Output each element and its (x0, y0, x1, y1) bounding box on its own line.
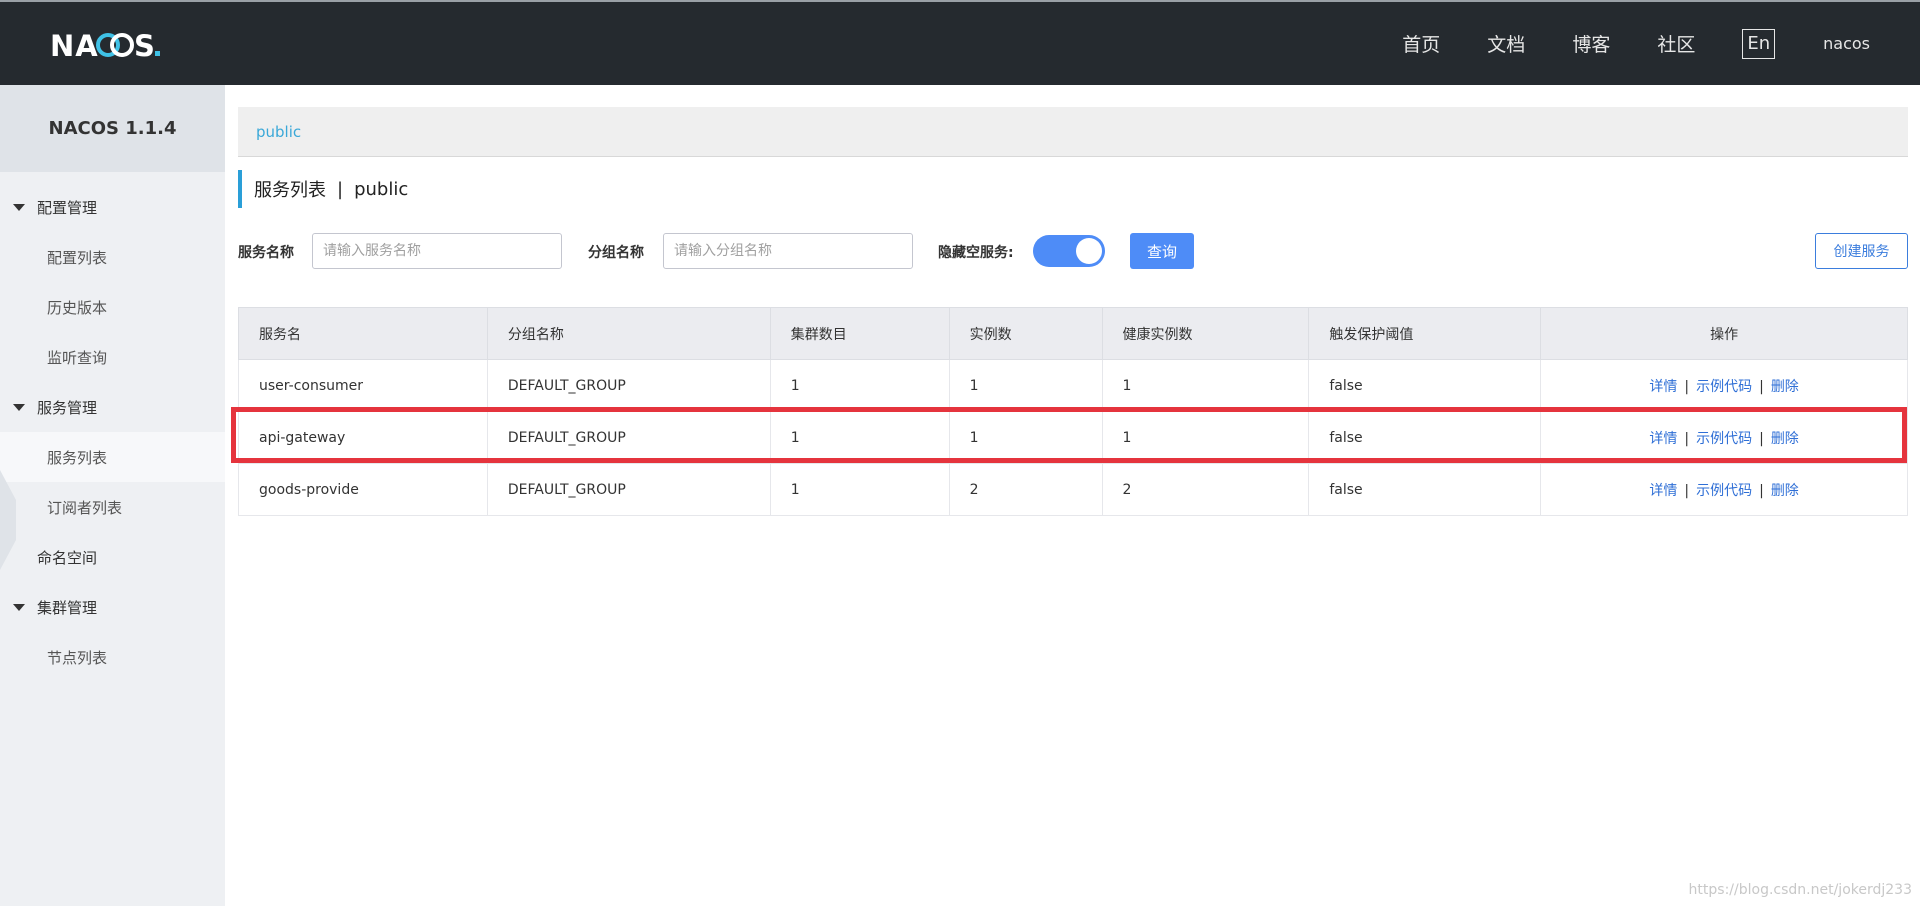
create-service-button[interactable]: 创建服务 (1815, 233, 1908, 269)
col-protect-threshold: 触发保护阈值 (1308, 307, 1542, 360)
cell-healthy: 2 (1101, 463, 1310, 516)
version-title: NACOS 1.1.4 (0, 85, 225, 172)
sidebar-item-namespace[interactable]: 命名空间 (0, 532, 225, 582)
cell-threshold: false (1308, 411, 1542, 464)
page-title-separator: | (337, 178, 344, 200)
cell-threshold: false (1308, 359, 1542, 412)
cell-instances: 2 (948, 463, 1103, 516)
filter-bar: 服务名称 分组名称 隐藏空服务: 查询 创建服务 (238, 233, 1908, 269)
cell-instances: 1 (948, 411, 1103, 464)
cell-actions: 详情 | 示例代码 | 删除 (1540, 411, 1908, 464)
group-name-label: 分组名称 (588, 245, 644, 261)
toggle-knob (1076, 238, 1102, 264)
table-row: api-gateway DEFAULT_GROUP 1 1 1 false 详情… (238, 411, 1908, 464)
service-table: 服务名 分组名称 集群数目 实例数 健康实例数 触发保护阈值 操作 user-c… (238, 307, 1908, 516)
cell-service-name: user-consumer (238, 359, 488, 412)
nacos-logo[interactable]: NA S (50, 26, 170, 62)
svg-text:S: S (134, 29, 156, 62)
nav-docs[interactable]: 文档 (1487, 30, 1525, 57)
col-actions: 操作 (1540, 307, 1908, 360)
action-separator: | (1759, 430, 1764, 447)
sidebar-item-config-list[interactable]: 配置列表 (0, 232, 225, 282)
delete-link[interactable]: 删除 (1771, 379, 1799, 395)
cell-instances: 1 (948, 359, 1103, 412)
nav-home[interactable]: 首页 (1402, 30, 1440, 57)
nacos-logo-icon: NA S (50, 29, 160, 62)
cell-threshold: false (1308, 463, 1542, 516)
cell-actions: 详情 | 示例代码 | 删除 (1540, 463, 1908, 516)
cell-actions: 详情 | 示例代码 | 删除 (1540, 359, 1908, 412)
sidebar-item-subscriber-list[interactable]: 订阅者列表 (0, 482, 225, 532)
watermark: https://blog.csdn.net/jokerdj233 (1688, 882, 1912, 898)
page-title: 服务列表 | public (238, 170, 408, 208)
sidebar-group-service[interactable]: 服务管理 (0, 382, 225, 432)
col-service-name: 服务名 (238, 307, 488, 360)
caret-down-icon (13, 603, 25, 611)
sidebar-item-label: 配置管理 (37, 198, 98, 217)
col-healthy-count: 健康实例数 (1101, 307, 1310, 360)
cell-group: DEFAULT_GROUP (486, 411, 771, 464)
hide-empty-toggle[interactable] (1033, 235, 1105, 267)
nav-community[interactable]: 社区 (1657, 30, 1695, 57)
delete-link[interactable]: 删除 (1771, 483, 1799, 499)
group-name-input[interactable] (663, 233, 913, 269)
cell-clusters: 1 (769, 359, 950, 412)
action-separator: | (1684, 378, 1690, 395)
sidebar-item-label: 服务管理 (37, 398, 98, 417)
nav-blog[interactable]: 博客 (1572, 30, 1610, 57)
sidebar-item-label: 集群管理 (37, 598, 98, 617)
sample-code-link[interactable]: 示例代码 (1696, 379, 1752, 395)
col-group-name: 分组名称 (486, 307, 771, 360)
svg-text:NA: NA (50, 29, 99, 62)
namespace-bar: public (238, 107, 1908, 157)
cell-clusters: 1 (769, 463, 950, 516)
sample-code-link[interactable]: 示例代码 (1696, 483, 1752, 499)
top-nav: 首页 文档 博客 社区 En nacos (1402, 2, 1920, 85)
cell-group: DEFAULT_GROUP (486, 463, 771, 516)
table-header-row: 服务名 分组名称 集群数目 实例数 健康实例数 触发保护阈值 操作 (238, 307, 1908, 360)
language-toggle-button[interactable]: En (1742, 28, 1776, 59)
sidebar-item-node-list[interactable]: 节点列表 (0, 632, 225, 682)
username[interactable]: nacos (1823, 34, 1870, 53)
sidebar-group-cluster[interactable]: 集群管理 (0, 582, 225, 632)
col-instance-count: 实例数 (948, 307, 1103, 360)
sidebar-item-listener-query[interactable]: 监听查询 (0, 332, 225, 382)
sample-code-link[interactable]: 示例代码 (1696, 431, 1752, 447)
sidebar: NACOS 1.1.4 配置管理 配置列表 历史版本 监听查询 服务管理 服务列… (0, 85, 225, 906)
detail-link[interactable]: 详情 (1649, 431, 1677, 447)
cell-group: DEFAULT_GROUP (486, 359, 771, 412)
sidebar-group-config[interactable]: 配置管理 (0, 182, 225, 232)
cell-service-name: goods-provide (238, 463, 488, 516)
table-row: goods-provide DEFAULT_GROUP 1 2 2 false … (238, 463, 1908, 516)
main-content: public 服务列表 | public 服务名称 分组名称 隐藏空服务: 查询… (238, 85, 1908, 906)
page-title-namespace: public (354, 178, 409, 200)
delete-link[interactable]: 删除 (1771, 431, 1799, 447)
caret-down-icon (13, 403, 25, 411)
col-cluster-count: 集群数目 (769, 307, 950, 360)
action-separator: | (1759, 482, 1764, 499)
detail-link[interactable]: 详情 (1649, 379, 1677, 395)
sidebar-item-service-list[interactable]: 服务列表 (0, 432, 225, 482)
action-separator: | (1684, 482, 1690, 499)
page-title-text: 服务列表 (254, 180, 326, 201)
namespace-public-link[interactable]: public (256, 123, 301, 141)
cell-clusters: 1 (769, 411, 950, 464)
action-separator: | (1684, 430, 1690, 447)
sidebar-item-history[interactable]: 历史版本 (0, 282, 225, 332)
sidebar-menu: 配置管理 配置列表 历史版本 监听查询 服务管理 服务列表 订阅者列表 命名空间… (0, 172, 225, 682)
cell-healthy: 1 (1101, 359, 1310, 412)
service-name-input[interactable] (312, 233, 562, 269)
caret-down-icon (13, 203, 25, 211)
service-name-label: 服务名称 (238, 245, 294, 261)
table-row: user-consumer DEFAULT_GROUP 1 1 1 false … (238, 359, 1908, 412)
query-button[interactable]: 查询 (1130, 233, 1194, 269)
top-header: NA S 首页 文档 博客 社区 En nacos (0, 0, 1920, 85)
hide-empty-label: 隐藏空服务: (938, 245, 1014, 261)
cell-healthy: 1 (1101, 411, 1310, 464)
action-separator: | (1759, 378, 1764, 395)
cell-service-name: api-gateway (238, 411, 488, 464)
detail-link[interactable]: 详情 (1649, 483, 1677, 499)
